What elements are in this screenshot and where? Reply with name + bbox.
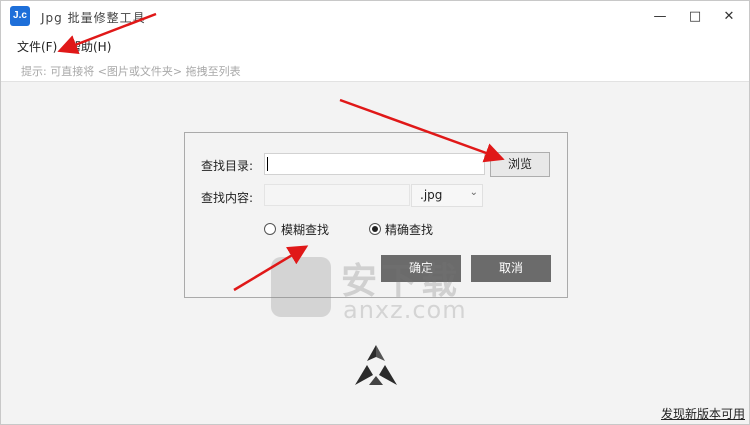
app-icon: J.c (10, 6, 30, 26)
search-content-label: 查找内容: (201, 191, 254, 205)
extension-value: .jpg (420, 188, 443, 202)
cancel-button[interactable]: 取消 (471, 255, 551, 282)
footer: 发现新版本可用 (1, 337, 749, 424)
radio-exact-label: 精确查找 (385, 223, 434, 237)
window-title: Jpg 批量修整工具 (41, 11, 146, 25)
brand-logo-icon (355, 345, 397, 385)
title-bar: J.c Jpg 批量修整工具 — □ ✕ (1, 1, 749, 33)
radio-fuzzy-label: 模糊查找 (281, 223, 330, 237)
radio-exact[interactable] (369, 223, 381, 235)
app-window: J.c Jpg 批量修整工具 — □ ✕ 文件(F) 帮助(H) 提示: 可直接… (0, 0, 750, 425)
maximize-button[interactable]: □ (681, 7, 709, 27)
minimize-button[interactable]: — (646, 7, 674, 27)
radio-fuzzy[interactable] (264, 223, 276, 235)
menu-bar: 文件(F) 帮助(H) (1, 33, 749, 55)
search-content-input[interactable] (264, 184, 410, 206)
menu-file[interactable]: 文件(F) (17, 38, 57, 55)
search-dialog: 查找目录: 浏览 查找内容: .jpg ⌄ 模糊查找 精确查找 确定 取消 (184, 132, 568, 298)
search-dir-input[interactable] (264, 153, 485, 175)
chevron-down-icon: ⌄ (469, 187, 478, 198)
menu-help[interactable]: 帮助(H) (69, 38, 111, 55)
extension-select[interactable]: .jpg ⌄ (411, 184, 483, 207)
drag-hint: 提示: 可直接将 <图片或文件夹> 拖拽至列表 (21, 65, 241, 78)
close-button[interactable]: ✕ (715, 7, 743, 27)
browse-button[interactable]: 浏览 (490, 152, 550, 177)
file-list-area[interactable]: 查找目录: 浏览 查找内容: .jpg ⌄ 模糊查找 精确查找 确定 取消 安下… (1, 81, 749, 337)
ok-button[interactable]: 确定 (381, 255, 461, 282)
watermark-sub: anxz.com (343, 296, 467, 324)
update-link[interactable]: 发现新版本可用 (661, 405, 745, 422)
text-caret (267, 157, 268, 171)
search-dir-label: 查找目录: (201, 159, 254, 173)
